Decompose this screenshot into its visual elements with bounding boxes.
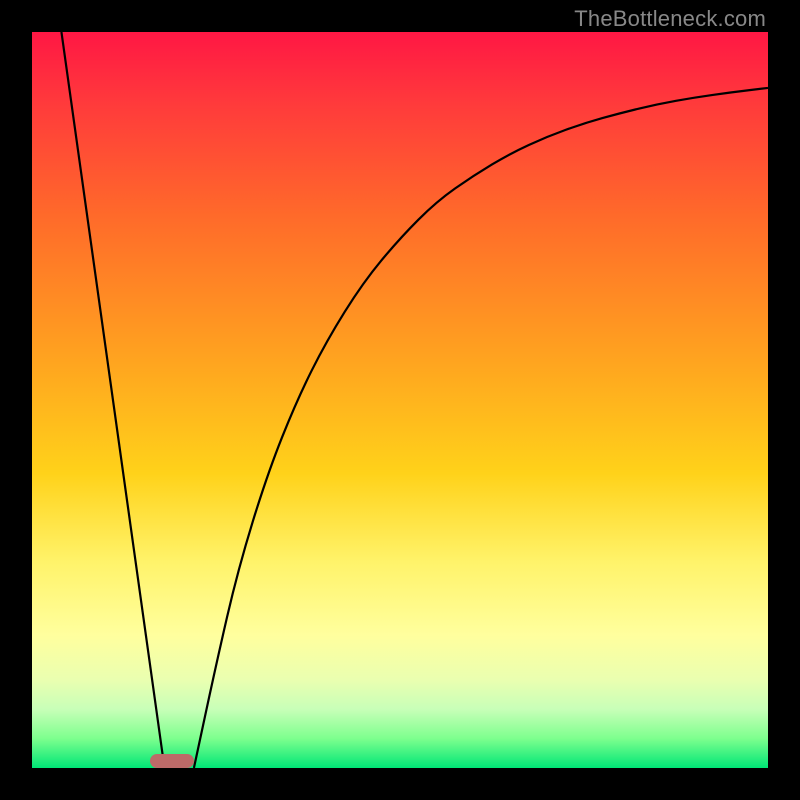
- curve-svg: [32, 32, 768, 768]
- min-marker: [150, 754, 194, 768]
- right-curve-path: [194, 88, 768, 768]
- watermark-text: TheBottleneck.com: [574, 6, 766, 32]
- chart-frame: TheBottleneck.com: [0, 0, 800, 800]
- left-line-path: [61, 32, 164, 768]
- plot-area: [32, 32, 768, 768]
